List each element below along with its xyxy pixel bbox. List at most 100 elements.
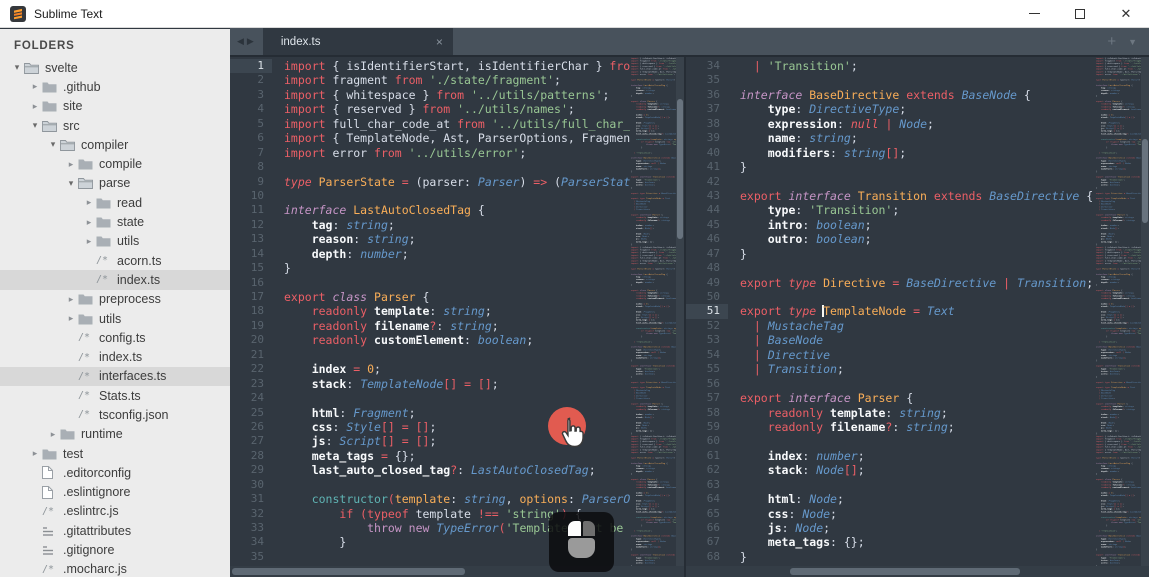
code-line[interactable]: | BaseNode: [740, 333, 1095, 347]
code-line[interactable]: reason: string;: [284, 232, 630, 246]
code-line[interactable]: [740, 175, 1095, 189]
code-line[interactable]: name: string;: [740, 131, 1095, 145]
sidebar-item-index-ts[interactable]: /*index.ts: [0, 270, 230, 289]
maximize-button[interactable]: [1057, 0, 1103, 27]
code-line[interactable]: export class Parser {: [284, 290, 630, 304]
code-line[interactable]: depth: number;: [284, 247, 630, 261]
vertical-scrollbar[interactable]: [1141, 57, 1149, 566]
sidebar-item-interfaces-ts[interactable]: /*interfaces.ts: [0, 367, 230, 386]
horizontal-scrollbar-thumb[interactable]: [790, 568, 1020, 575]
sidebar-item-mocharc-js[interactable]: /*.mocharc.js: [0, 560, 230, 577]
horizontal-scrollbar[interactable]: [686, 566, 1149, 577]
sidebar-item-config-ts[interactable]: /*config.ts: [0, 328, 230, 347]
code-line[interactable]: index: number;: [740, 449, 1095, 463]
code-line[interactable]: interface LastAutoClosedTag {: [284, 203, 630, 217]
new-tab-icon[interactable]: +: [1107, 33, 1116, 50]
code-line[interactable]: modifiers: string[];: [740, 146, 1095, 160]
code-line[interactable]: }: [740, 247, 1095, 261]
code-line[interactable]: type: DirectiveType;: [740, 102, 1095, 116]
code-line[interactable]: interface BaseDirective extends BaseNode…: [740, 88, 1095, 102]
sidebar-item-acorn-ts[interactable]: /*acorn.ts: [0, 251, 230, 270]
code-line[interactable]: | Transition;: [740, 362, 1095, 376]
code-line[interactable]: type: 'Transition';: [740, 203, 1095, 217]
sidebar-item-index-ts[interactable]: /*index.ts: [0, 347, 230, 366]
code-line[interactable]: stack: TemplateNode[] = [];: [284, 377, 630, 391]
code-line[interactable]: readonly template: string;: [740, 406, 1095, 420]
vertical-scrollbar[interactable]: [676, 57, 684, 566]
code-line[interactable]: tag: string;: [284, 218, 630, 232]
minimize-button[interactable]: [1011, 0, 1057, 27]
sidebar-item-compile[interactable]: ▸compile: [0, 154, 230, 173]
code-area[interactable]: import { isIdentifierStart, isIdentifier…: [284, 57, 630, 566]
code-line[interactable]: expression: null | Node;: [740, 117, 1095, 131]
tab-index-ts[interactable]: index.ts ×: [263, 28, 453, 55]
code-line[interactable]: export interface Transition extends Base…: [740, 189, 1095, 203]
code-line[interactable]: [740, 478, 1095, 492]
sidebar-item-read[interactable]: ▸read: [0, 193, 230, 212]
sidebar-item-gitattributes[interactable]: .gitattributes: [0, 521, 230, 540]
code-line[interactable]: css: Node;: [740, 507, 1095, 521]
code-line[interactable]: readonly template: string;: [284, 304, 630, 318]
code-line[interactable]: constructor(template: string, options: P…: [284, 492, 630, 506]
vertical-scrollbar-thumb[interactable]: [677, 99, 683, 239]
code-line[interactable]: stack: Node[];: [740, 463, 1095, 477]
code-line[interactable]: [284, 189, 630, 203]
minimap[interactable]: import { isIdentifierStart, isIdentifier…: [631, 57, 676, 566]
code-line[interactable]: export type Directive = BaseDirective | …: [740, 276, 1095, 290]
sidebar-item-eslintignore[interactable]: .eslintignore: [0, 483, 230, 502]
sidebar-item-eslintrc-js[interactable]: /*.eslintrc.js: [0, 502, 230, 521]
code-line[interactable]: import { whitespace } from '../utils/pat…: [284, 88, 630, 102]
code-line[interactable]: import fragment from './state/fragment';: [284, 73, 630, 87]
minimap[interactable]: import { isIdentifierStart, isIdentifier…: [1096, 57, 1141, 566]
code-line[interactable]: index = 0;: [284, 362, 630, 376]
code-area[interactable]: | 'Transition'; interface BaseDirective e…: [740, 57, 1095, 566]
sidebar-item-runtime[interactable]: ▸runtime: [0, 425, 230, 444]
sidebar-item-compiler[interactable]: ▾compiler: [0, 135, 230, 154]
code-line[interactable]: html: Node;: [740, 492, 1095, 506]
code-line[interactable]: [740, 73, 1095, 87]
sidebar-item-editorconfig[interactable]: .editorconfig: [0, 463, 230, 482]
code-line[interactable]: [284, 160, 630, 174]
code-line[interactable]: import full_char_code_at from '../utils/…: [284, 117, 630, 131]
sidebar-item-parse[interactable]: ▾parse: [0, 174, 230, 193]
vertical-scrollbar-thumb[interactable]: [1142, 139, 1148, 223]
sidebar-item-src[interactable]: ▾src: [0, 116, 230, 135]
code-line[interactable]: last_auto_closed_tag?: LastAutoClosedTag…: [284, 463, 630, 477]
code-line[interactable]: import error from '../utils/error';: [284, 146, 630, 160]
sidebar-item-svelte[interactable]: ▾svelte: [0, 58, 230, 77]
code-line[interactable]: | 'Transition';: [740, 59, 1095, 73]
code-line[interactable]: readonly filename?: string;: [740, 420, 1095, 434]
code-line[interactable]: meta_tags: {};: [740, 535, 1095, 549]
code-line[interactable]: import { reserved } from '../utils/names…: [284, 102, 630, 116]
sidebar-item-test[interactable]: ▸test: [0, 444, 230, 463]
code-line[interactable]: export interface Parser {: [740, 391, 1095, 405]
tab-nav-forward-icon[interactable]: ▶: [247, 36, 254, 47]
sidebar-item-tsconfig-json[interactable]: /*tsconfig.json: [0, 405, 230, 424]
code-line[interactable]: [284, 391, 630, 405]
tab-nav-back-icon[interactable]: ◀: [237, 36, 244, 47]
code-line[interactable]: | Directive: [740, 348, 1095, 362]
code-line[interactable]: [740, 377, 1095, 391]
code-line[interactable]: intro: boolean;: [740, 218, 1095, 232]
code-line[interactable]: [284, 348, 630, 362]
tab-overflow-icon[interactable]: ▼: [1128, 37, 1137, 47]
sidebar-item-stats-ts[interactable]: /*Stats.ts: [0, 386, 230, 405]
code-line[interactable]: readonly filename?: string;: [284, 319, 630, 333]
sidebar-item-gitignore[interactable]: .gitignore: [0, 540, 230, 559]
code-line[interactable]: [740, 434, 1095, 448]
code-line[interactable]: [284, 276, 630, 290]
code-line[interactable]: [740, 290, 1095, 304]
code-line[interactable]: import { TemplateNode, Ast, ParserOption…: [284, 131, 630, 145]
code-line[interactable]: type ParserState = (parser: Parser) => (…: [284, 175, 630, 189]
code-line[interactable]: import { isIdentifierStart, isIdentifier…: [284, 59, 630, 73]
horizontal-scrollbar-thumb[interactable]: [232, 568, 465, 575]
tab-close-icon[interactable]: ×: [436, 35, 443, 49]
close-button[interactable]: ✕: [1103, 0, 1149, 27]
sidebar-item-utils[interactable]: ▸utils: [0, 309, 230, 328]
code-line[interactable]: }: [284, 261, 630, 275]
code-line[interactable]: outro: boolean;: [740, 232, 1095, 246]
horizontal-scrollbar[interactable]: [230, 566, 684, 577]
editor-pane-left[interactable]: 1234567891011121314151617181920212223242…: [230, 57, 684, 577]
code-line[interactable]: js: Node;: [740, 521, 1095, 535]
sidebar-item-site[interactable]: ▸site: [0, 97, 230, 116]
